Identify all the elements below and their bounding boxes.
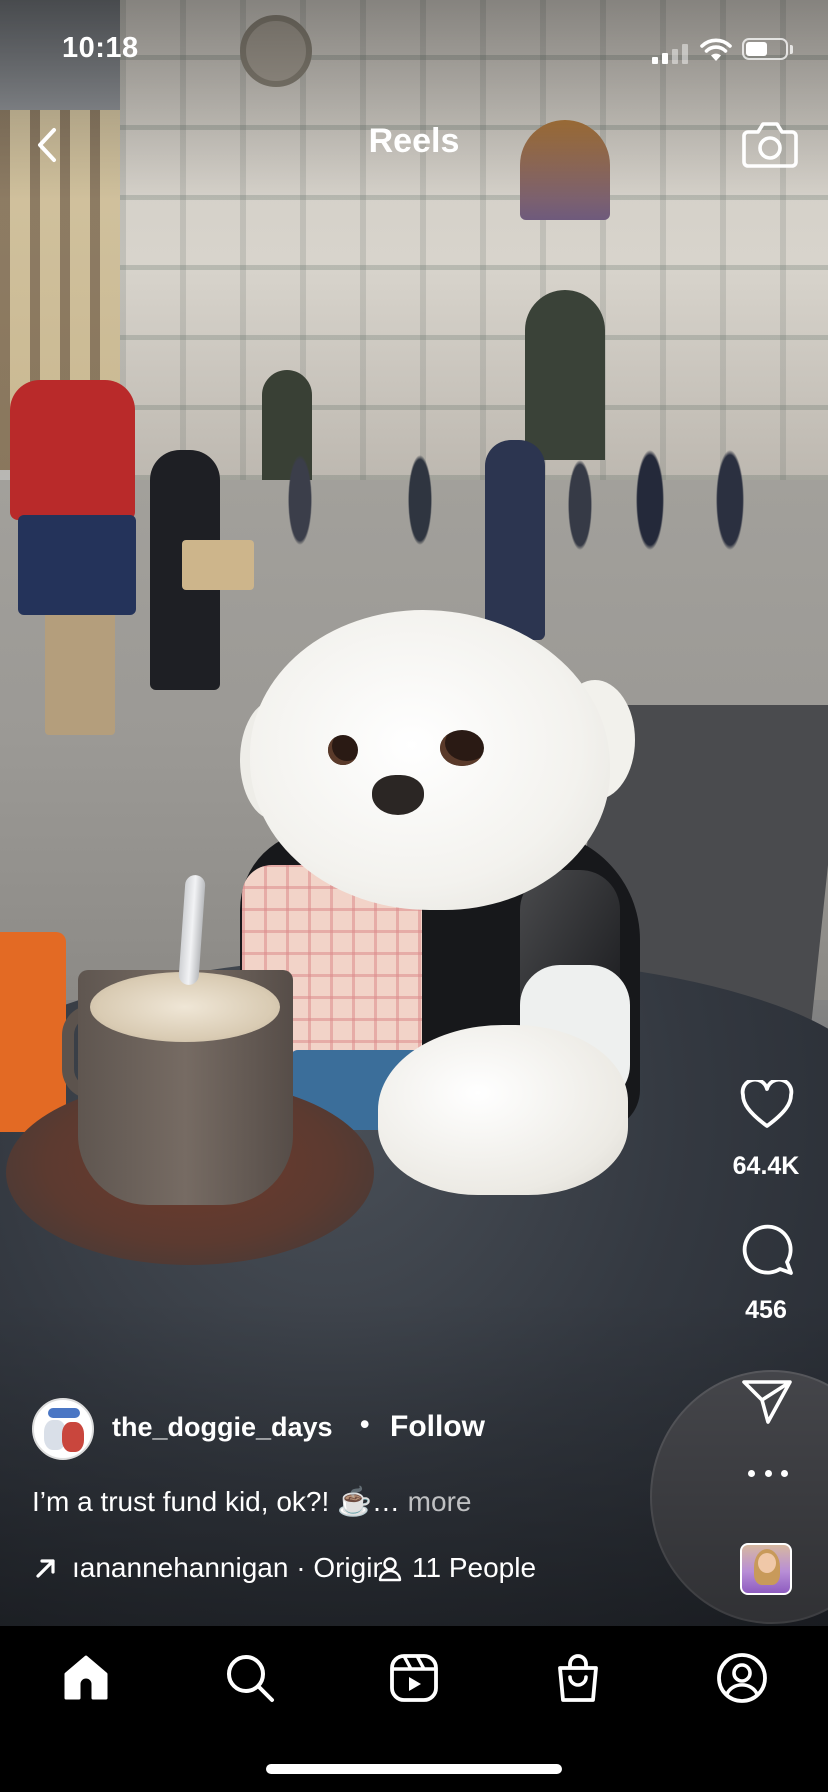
heart-icon: [740, 1077, 794, 1128]
shop-bag-icon: [558, 1654, 598, 1702]
home-icon: [64, 1655, 108, 1700]
caption-text: I’m a trust fund kid, ok?! ☕️…: [32, 1486, 400, 1517]
camera-icon: [742, 122, 798, 168]
cellular-signal-icon: [652, 44, 690, 64]
comment-count: 456: [745, 1296, 787, 1324]
arrow-up-right-icon: [36, 1559, 55, 1578]
reels-icon: [390, 1654, 438, 1702]
avatar-hat: [48, 1408, 80, 1418]
more-dots-icon: [764, 1470, 772, 1477]
avatar-figure-red: [62, 1422, 84, 1452]
pedestrian-red-jacket: [10, 380, 135, 520]
pedestrian-wrap: [18, 515, 136, 615]
more-options-button[interactable]: [748, 1470, 788, 1482]
battery-cap: [790, 45, 793, 54]
more-dots-icon: [781, 1470, 788, 1477]
tab-reels[interactable]: [386, 1650, 442, 1706]
dog-paw: [378, 1025, 628, 1195]
comment-icon: [742, 1224, 793, 1275]
battery-icon: [742, 38, 788, 60]
top-gradient: [0, 0, 828, 200]
tab-search[interactable]: [222, 1650, 278, 1706]
search-icon: [227, 1655, 274, 1702]
send-icon: [742, 1380, 792, 1424]
like-button[interactable]: [740, 1077, 794, 1130]
audio-thumbnail[interactable]: [740, 1543, 792, 1595]
avatar[interactable]: [32, 1398, 94, 1460]
tab-home[interactable]: [58, 1650, 114, 1706]
share-button[interactable]: [740, 1376, 794, 1426]
tab-shop[interactable]: [550, 1650, 606, 1706]
dog-nose: [372, 775, 424, 815]
home-indicator: [266, 1764, 562, 1774]
username[interactable]: the_doggie_days: [112, 1412, 333, 1443]
back-button[interactable]: [28, 122, 68, 168]
shopping-bag: [182, 540, 254, 590]
comment-button[interactable]: [740, 1222, 794, 1276]
follow-button[interactable]: Follow: [390, 1410, 485, 1444]
like-count: 64.4K: [732, 1152, 800, 1180]
profile-icon: [717, 1653, 767, 1703]
dog-eye-right: [440, 730, 484, 766]
audio-track-label[interactable]: ıanannehannigan · Original audio: [72, 1552, 382, 1584]
battery-level: [746, 42, 767, 56]
more-dots-icon: [748, 1470, 755, 1477]
dot-separator: •: [360, 1409, 370, 1439]
chevron-left-icon: [38, 128, 56, 162]
camera-button[interactable]: [742, 118, 798, 170]
reel-video[interactable]: [0, 0, 828, 1626]
dog-eye-left: [328, 735, 358, 765]
cathedral-door: [525, 290, 605, 460]
person-icon: [378, 1557, 402, 1582]
thumbnail-face: [758, 1553, 776, 1573]
pedestrian-back: [485, 440, 545, 640]
tagged-people-button[interactable]: 11 People: [412, 1552, 536, 1584]
tab-profile[interactable]: [714, 1650, 770, 1706]
status-time: 10:18: [62, 32, 139, 64]
orange-handbag: [0, 932, 66, 1132]
more-link[interactable]: more: [408, 1486, 472, 1517]
caption[interactable]: I’m a trust fund kid, ok?! ☕️… more: [32, 1485, 471, 1518]
wifi-icon: [700, 38, 732, 61]
